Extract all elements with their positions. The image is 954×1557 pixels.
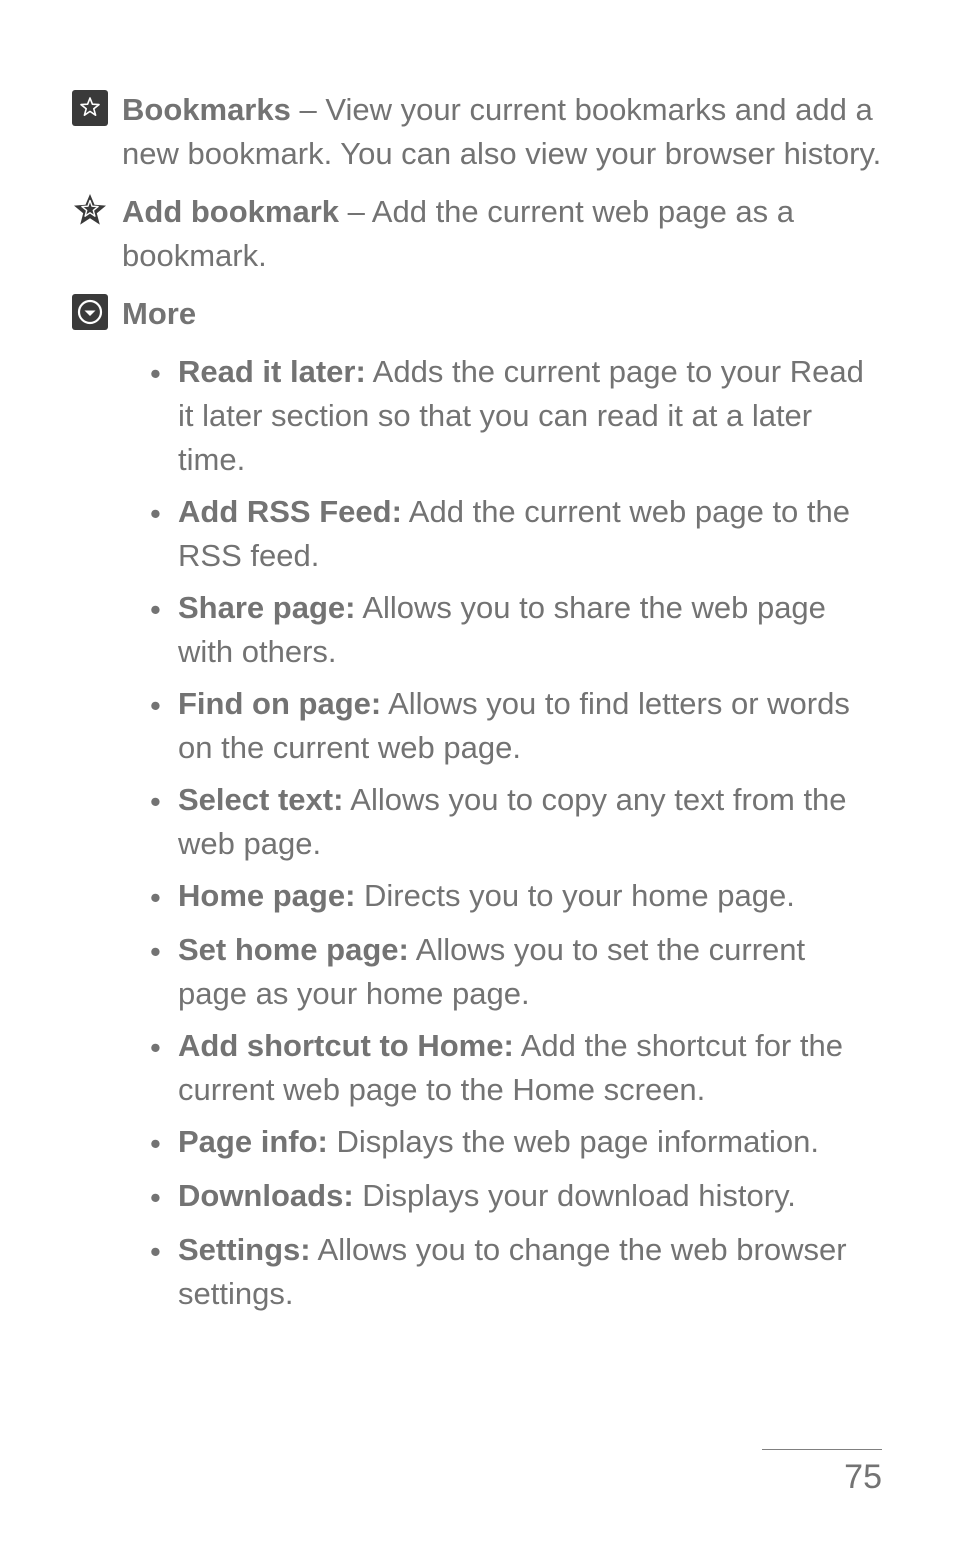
list-item-desc: Displays the web page information. xyxy=(328,1124,819,1159)
list-item-title: Set home page: xyxy=(178,932,409,967)
entry-sep: – xyxy=(339,194,372,229)
list-item: • Add shortcut to Home: Add the shortcut… xyxy=(150,1024,882,1112)
list-item-text: Select text: Allows you to copy any text… xyxy=(178,778,882,866)
bookmarks-list-icon xyxy=(72,90,108,126)
doc-entry: More xyxy=(72,292,882,336)
list-item-title: Find on page: xyxy=(178,686,381,721)
entry-text: More xyxy=(122,292,882,336)
page-number-rule xyxy=(762,1449,882,1450)
list-item-title: Add RSS Feed: xyxy=(178,494,402,529)
list-item: • Read it later: Adds the current page t… xyxy=(150,350,882,482)
list-item-title: Settings: xyxy=(178,1232,311,1267)
list-item: • Select text: Allows you to copy any te… xyxy=(150,778,882,866)
list-item-title: Share page: xyxy=(178,590,355,625)
more-dropdown-icon xyxy=(72,294,108,330)
list-item-text: Settings: Allows you to change the web b… xyxy=(178,1228,882,1316)
list-item-title: Page info: xyxy=(178,1124,328,1159)
list-item-title: Read it later: xyxy=(178,354,366,389)
bullet: • xyxy=(150,1174,178,1220)
list-item: • Settings: Allows you to change the web… xyxy=(150,1228,882,1316)
doc-entry: Add bookmark – Add the current web page … xyxy=(72,190,882,278)
bullet: • xyxy=(150,1024,178,1070)
list-item-title: Downloads: xyxy=(178,1178,354,1213)
entry-text: Bookmarks – View your current bookmarks … xyxy=(122,88,882,176)
list-item-text: Page info: Displays the web page informa… xyxy=(178,1120,882,1164)
bullet: • xyxy=(150,350,178,396)
list-item-text: Find on page: Allows you to find letters… xyxy=(178,682,882,770)
list-item: • Find on page: Allows you to find lette… xyxy=(150,682,882,770)
list-item-title: Add shortcut to Home: xyxy=(178,1028,514,1063)
entry-title: Add bookmark xyxy=(122,194,339,229)
bullet: • xyxy=(150,682,178,728)
list-item-text: Read it later: Adds the current page to … xyxy=(178,350,882,482)
bullet: • xyxy=(150,928,178,974)
list-item: • Downloads: Displays your download hist… xyxy=(150,1174,882,1220)
bullet: • xyxy=(150,490,178,536)
more-list: • Read it later: Adds the current page t… xyxy=(150,350,882,1316)
list-item-text: Home page: Directs you to your home page… xyxy=(178,874,882,918)
entry-text: Add bookmark – Add the current web page … xyxy=(122,190,882,278)
list-item-desc: Displays your download history. xyxy=(354,1178,796,1213)
doc-entry: Bookmarks – View your current bookmarks … xyxy=(72,88,882,176)
list-item: • Set home page: Allows you to set the c… xyxy=(150,928,882,1016)
bullet: • xyxy=(150,586,178,632)
list-item: • Home page: Directs you to your home pa… xyxy=(150,874,882,920)
list-item: • Add RSS Feed: Add the current web page… xyxy=(150,490,882,578)
list-item-title: Home page: xyxy=(178,878,355,913)
bullet: • xyxy=(150,1120,178,1166)
list-item-text: Add shortcut to Home: Add the shortcut f… xyxy=(178,1024,882,1112)
list-item-title: Select text: xyxy=(178,782,343,817)
page-number-region: 75 xyxy=(762,1449,882,1497)
list-item-text: Downloads: Displays your download histor… xyxy=(178,1174,882,1218)
bullet: • xyxy=(150,874,178,920)
bullet: • xyxy=(150,778,178,824)
list-item-text: Share page: Allows you to share the web … xyxy=(178,586,882,674)
add-bookmark-star-icon xyxy=(72,192,108,228)
bullet: • xyxy=(150,1228,178,1274)
list-item: • Share page: Allows you to share the we… xyxy=(150,586,882,674)
entry-title: More xyxy=(122,296,196,331)
list-item-desc: Directs you to your home page. xyxy=(355,878,794,913)
entry-title: Bookmarks xyxy=(122,92,291,127)
list-item: • Page info: Displays the web page infor… xyxy=(150,1120,882,1166)
list-item-text: Set home page: Allows you to set the cur… xyxy=(178,928,882,1016)
entry-sep: – xyxy=(291,92,325,127)
list-item-text: Add RSS Feed: Add the current web page t… xyxy=(178,490,882,578)
page-number: 75 xyxy=(762,1458,882,1497)
